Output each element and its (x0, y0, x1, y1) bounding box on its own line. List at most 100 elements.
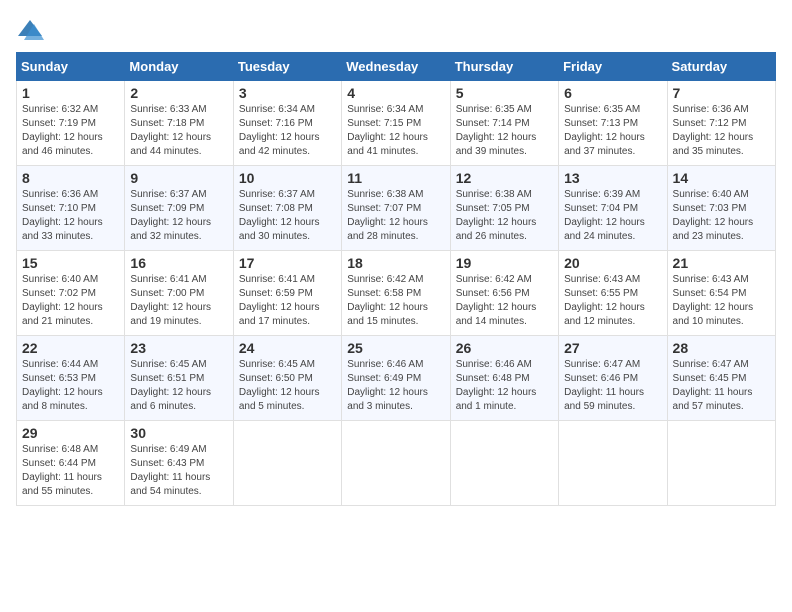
day-cell: 21 Sunrise: 6:43 AM Sunset: 6:54 PM Dayli… (667, 251, 775, 336)
day-number: 17 (239, 255, 336, 271)
day-cell: 22Sunrise: 6:44 AM Sunset: 6:53 PM Dayli… (17, 336, 125, 421)
day-cell: 25 Sunrise: 6:46 AM Sunset: 6:49 PM Dayli… (342, 336, 450, 421)
week-row-5: 29 Sunrise: 6:48 AM Sunset: 6:44 PM Dayli… (17, 421, 776, 506)
day-info: Sunrise: 6:46 AM Sunset: 6:49 PM Dayligh… (347, 358, 444, 414)
day-number: 1 (22, 85, 119, 101)
day-info: Sunrise: 6:42 AM Sunset: 6:56 PM Dayligh… (456, 273, 553, 329)
day-cell: 24 Sunrise: 6:45 AM Sunset: 6:50 PM Dayli… (233, 336, 341, 421)
day-number: 15 (22, 255, 119, 271)
day-cell: 1 Sunrise: 6:32 AM Sunset: 7:19 PM Daylig… (17, 81, 125, 166)
day-cell: 10 Sunrise: 6:37 AM Sunset: 7:08 PM Dayli… (233, 166, 341, 251)
day-info: Sunrise: 6:35 AM Sunset: 7:13 PM Dayligh… (564, 103, 661, 159)
day-info: Sunrise: 6:48 AM Sunset: 6:44 PM Dayligh… (22, 443, 119, 499)
calendar-body: 1 Sunrise: 6:32 AM Sunset: 7:19 PM Daylig… (17, 81, 776, 506)
day-cell (342, 421, 450, 506)
day-info: Sunrise: 6:38 AM Sunset: 7:07 PM Dayligh… (347, 188, 444, 244)
day-number: 10 (239, 170, 336, 186)
day-number: 30 (130, 425, 227, 441)
day-cell (667, 421, 775, 506)
day-cell: 9Sunrise: 6:37 AM Sunset: 7:09 PM Daylig… (125, 166, 233, 251)
day-number: 19 (456, 255, 553, 271)
day-info: Sunrise: 6:37 AM Sunset: 7:08 PM Dayligh… (239, 188, 336, 244)
day-info: Sunrise: 6:36 AM Sunset: 7:12 PM Dayligh… (673, 103, 770, 159)
header-thursday: Thursday (450, 53, 558, 81)
day-number: 12 (456, 170, 553, 186)
header-tuesday: Tuesday (233, 53, 341, 81)
day-info: Sunrise: 6:35 AM Sunset: 7:14 PM Dayligh… (456, 103, 553, 159)
week-row-1: 1 Sunrise: 6:32 AM Sunset: 7:19 PM Daylig… (17, 81, 776, 166)
day-info: Sunrise: 6:43 AM Sunset: 6:54 PM Dayligh… (673, 273, 770, 329)
day-cell: 6 Sunrise: 6:35 AM Sunset: 7:13 PM Daylig… (559, 81, 667, 166)
header-sunday: Sunday (17, 53, 125, 81)
day-info: Sunrise: 6:43 AM Sunset: 6:55 PM Dayligh… (564, 273, 661, 329)
day-cell: 17 Sunrise: 6:41 AM Sunset: 6:59 PM Dayli… (233, 251, 341, 336)
day-number: 29 (22, 425, 119, 441)
day-info: Sunrise: 6:42 AM Sunset: 6:58 PM Dayligh… (347, 273, 444, 329)
day-cell: 8 Sunrise: 6:36 AM Sunset: 7:10 PM Daylig… (17, 166, 125, 251)
calendar-table: SundayMondayTuesdayWednesdayThursdayFrid… (16, 52, 776, 506)
day-info: Sunrise: 6:47 AM Sunset: 6:46 PM Dayligh… (564, 358, 661, 414)
day-number: 26 (456, 340, 553, 356)
header-monday: Monday (125, 53, 233, 81)
day-number: 6 (564, 85, 661, 101)
day-info: Sunrise: 6:41 AM Sunset: 6:59 PM Dayligh… (239, 273, 336, 329)
day-cell: 7 Sunrise: 6:36 AM Sunset: 7:12 PM Daylig… (667, 81, 775, 166)
day-number: 3 (239, 85, 336, 101)
day-cell: 13 Sunrise: 6:39 AM Sunset: 7:04 PM Dayli… (559, 166, 667, 251)
day-number: 23 (130, 340, 227, 356)
day-info: Sunrise: 6:40 AM Sunset: 7:03 PM Dayligh… (673, 188, 770, 244)
day-cell: 20 Sunrise: 6:43 AM Sunset: 6:55 PM Dayli… (559, 251, 667, 336)
week-row-2: 8 Sunrise: 6:36 AM Sunset: 7:10 PM Daylig… (17, 166, 776, 251)
day-number: 28 (673, 340, 770, 356)
day-info: Sunrise: 6:45 AM Sunset: 6:50 PM Dayligh… (239, 358, 336, 414)
day-cell: 11 Sunrise: 6:38 AM Sunset: 7:07 PM Dayli… (342, 166, 450, 251)
day-number: 11 (347, 170, 444, 186)
day-cell: 12 Sunrise: 6:38 AM Sunset: 7:05 PM Dayli… (450, 166, 558, 251)
day-info: Sunrise: 6:41 AM Sunset: 7:00 PM Dayligh… (130, 273, 227, 329)
day-cell: 18 Sunrise: 6:42 AM Sunset: 6:58 PM Dayli… (342, 251, 450, 336)
day-number: 5 (456, 85, 553, 101)
week-row-4: 22Sunrise: 6:44 AM Sunset: 6:53 PM Dayli… (17, 336, 776, 421)
day-number: 13 (564, 170, 661, 186)
day-number: 25 (347, 340, 444, 356)
day-cell: 29 Sunrise: 6:48 AM Sunset: 6:44 PM Dayli… (17, 421, 125, 506)
calendar-header: SundayMondayTuesdayWednesdayThursdayFrid… (17, 53, 776, 81)
day-number: 4 (347, 85, 444, 101)
day-cell: 16Sunrise: 6:41 AM Sunset: 7:00 PM Dayli… (125, 251, 233, 336)
header-friday: Friday (559, 53, 667, 81)
day-number: 2 (130, 85, 227, 101)
day-cell: 28 Sunrise: 6:47 AM Sunset: 6:45 PM Dayli… (667, 336, 775, 421)
day-number: 22 (22, 340, 119, 356)
day-number: 7 (673, 85, 770, 101)
day-info: Sunrise: 6:32 AM Sunset: 7:19 PM Dayligh… (22, 103, 119, 159)
day-cell: 30 Sunrise: 6:49 AM Sunset: 6:43 PM Dayli… (125, 421, 233, 506)
day-info: Sunrise: 6:49 AM Sunset: 6:43 PM Dayligh… (130, 443, 227, 499)
day-info: Sunrise: 6:47 AM Sunset: 6:45 PM Dayligh… (673, 358, 770, 414)
header-row: SundayMondayTuesdayWednesdayThursdayFrid… (17, 53, 776, 81)
day-number: 8 (22, 170, 119, 186)
header-saturday: Saturday (667, 53, 775, 81)
day-cell: 4 Sunrise: 6:34 AM Sunset: 7:15 PM Daylig… (342, 81, 450, 166)
day-info: Sunrise: 6:34 AM Sunset: 7:15 PM Dayligh… (347, 103, 444, 159)
day-cell: 5 Sunrise: 6:35 AM Sunset: 7:14 PM Daylig… (450, 81, 558, 166)
day-number: 21 (673, 255, 770, 271)
day-cell (559, 421, 667, 506)
day-info: Sunrise: 6:45 AM Sunset: 6:51 PM Dayligh… (130, 358, 227, 414)
day-number: 20 (564, 255, 661, 271)
day-cell: 3Sunrise: 6:34 AM Sunset: 7:16 PM Daylig… (233, 81, 341, 166)
day-number: 24 (239, 340, 336, 356)
day-info: Sunrise: 6:39 AM Sunset: 7:04 PM Dayligh… (564, 188, 661, 244)
day-cell: 27 Sunrise: 6:47 AM Sunset: 6:46 PM Dayli… (559, 336, 667, 421)
day-info: Sunrise: 6:33 AM Sunset: 7:18 PM Dayligh… (130, 103, 227, 159)
day-info: Sunrise: 6:38 AM Sunset: 7:05 PM Dayligh… (456, 188, 553, 244)
day-cell: 19 Sunrise: 6:42 AM Sunset: 6:56 PM Dayli… (450, 251, 558, 336)
day-number: 27 (564, 340, 661, 356)
day-number: 14 (673, 170, 770, 186)
day-info: Sunrise: 6:36 AM Sunset: 7:10 PM Dayligh… (22, 188, 119, 244)
day-cell: 15 Sunrise: 6:40 AM Sunset: 7:02 PM Dayli… (17, 251, 125, 336)
day-info: Sunrise: 6:40 AM Sunset: 7:02 PM Dayligh… (22, 273, 119, 329)
day-number: 18 (347, 255, 444, 271)
day-cell (450, 421, 558, 506)
day-info: Sunrise: 6:46 AM Sunset: 6:48 PM Dayligh… (456, 358, 553, 414)
logo (16, 16, 48, 44)
